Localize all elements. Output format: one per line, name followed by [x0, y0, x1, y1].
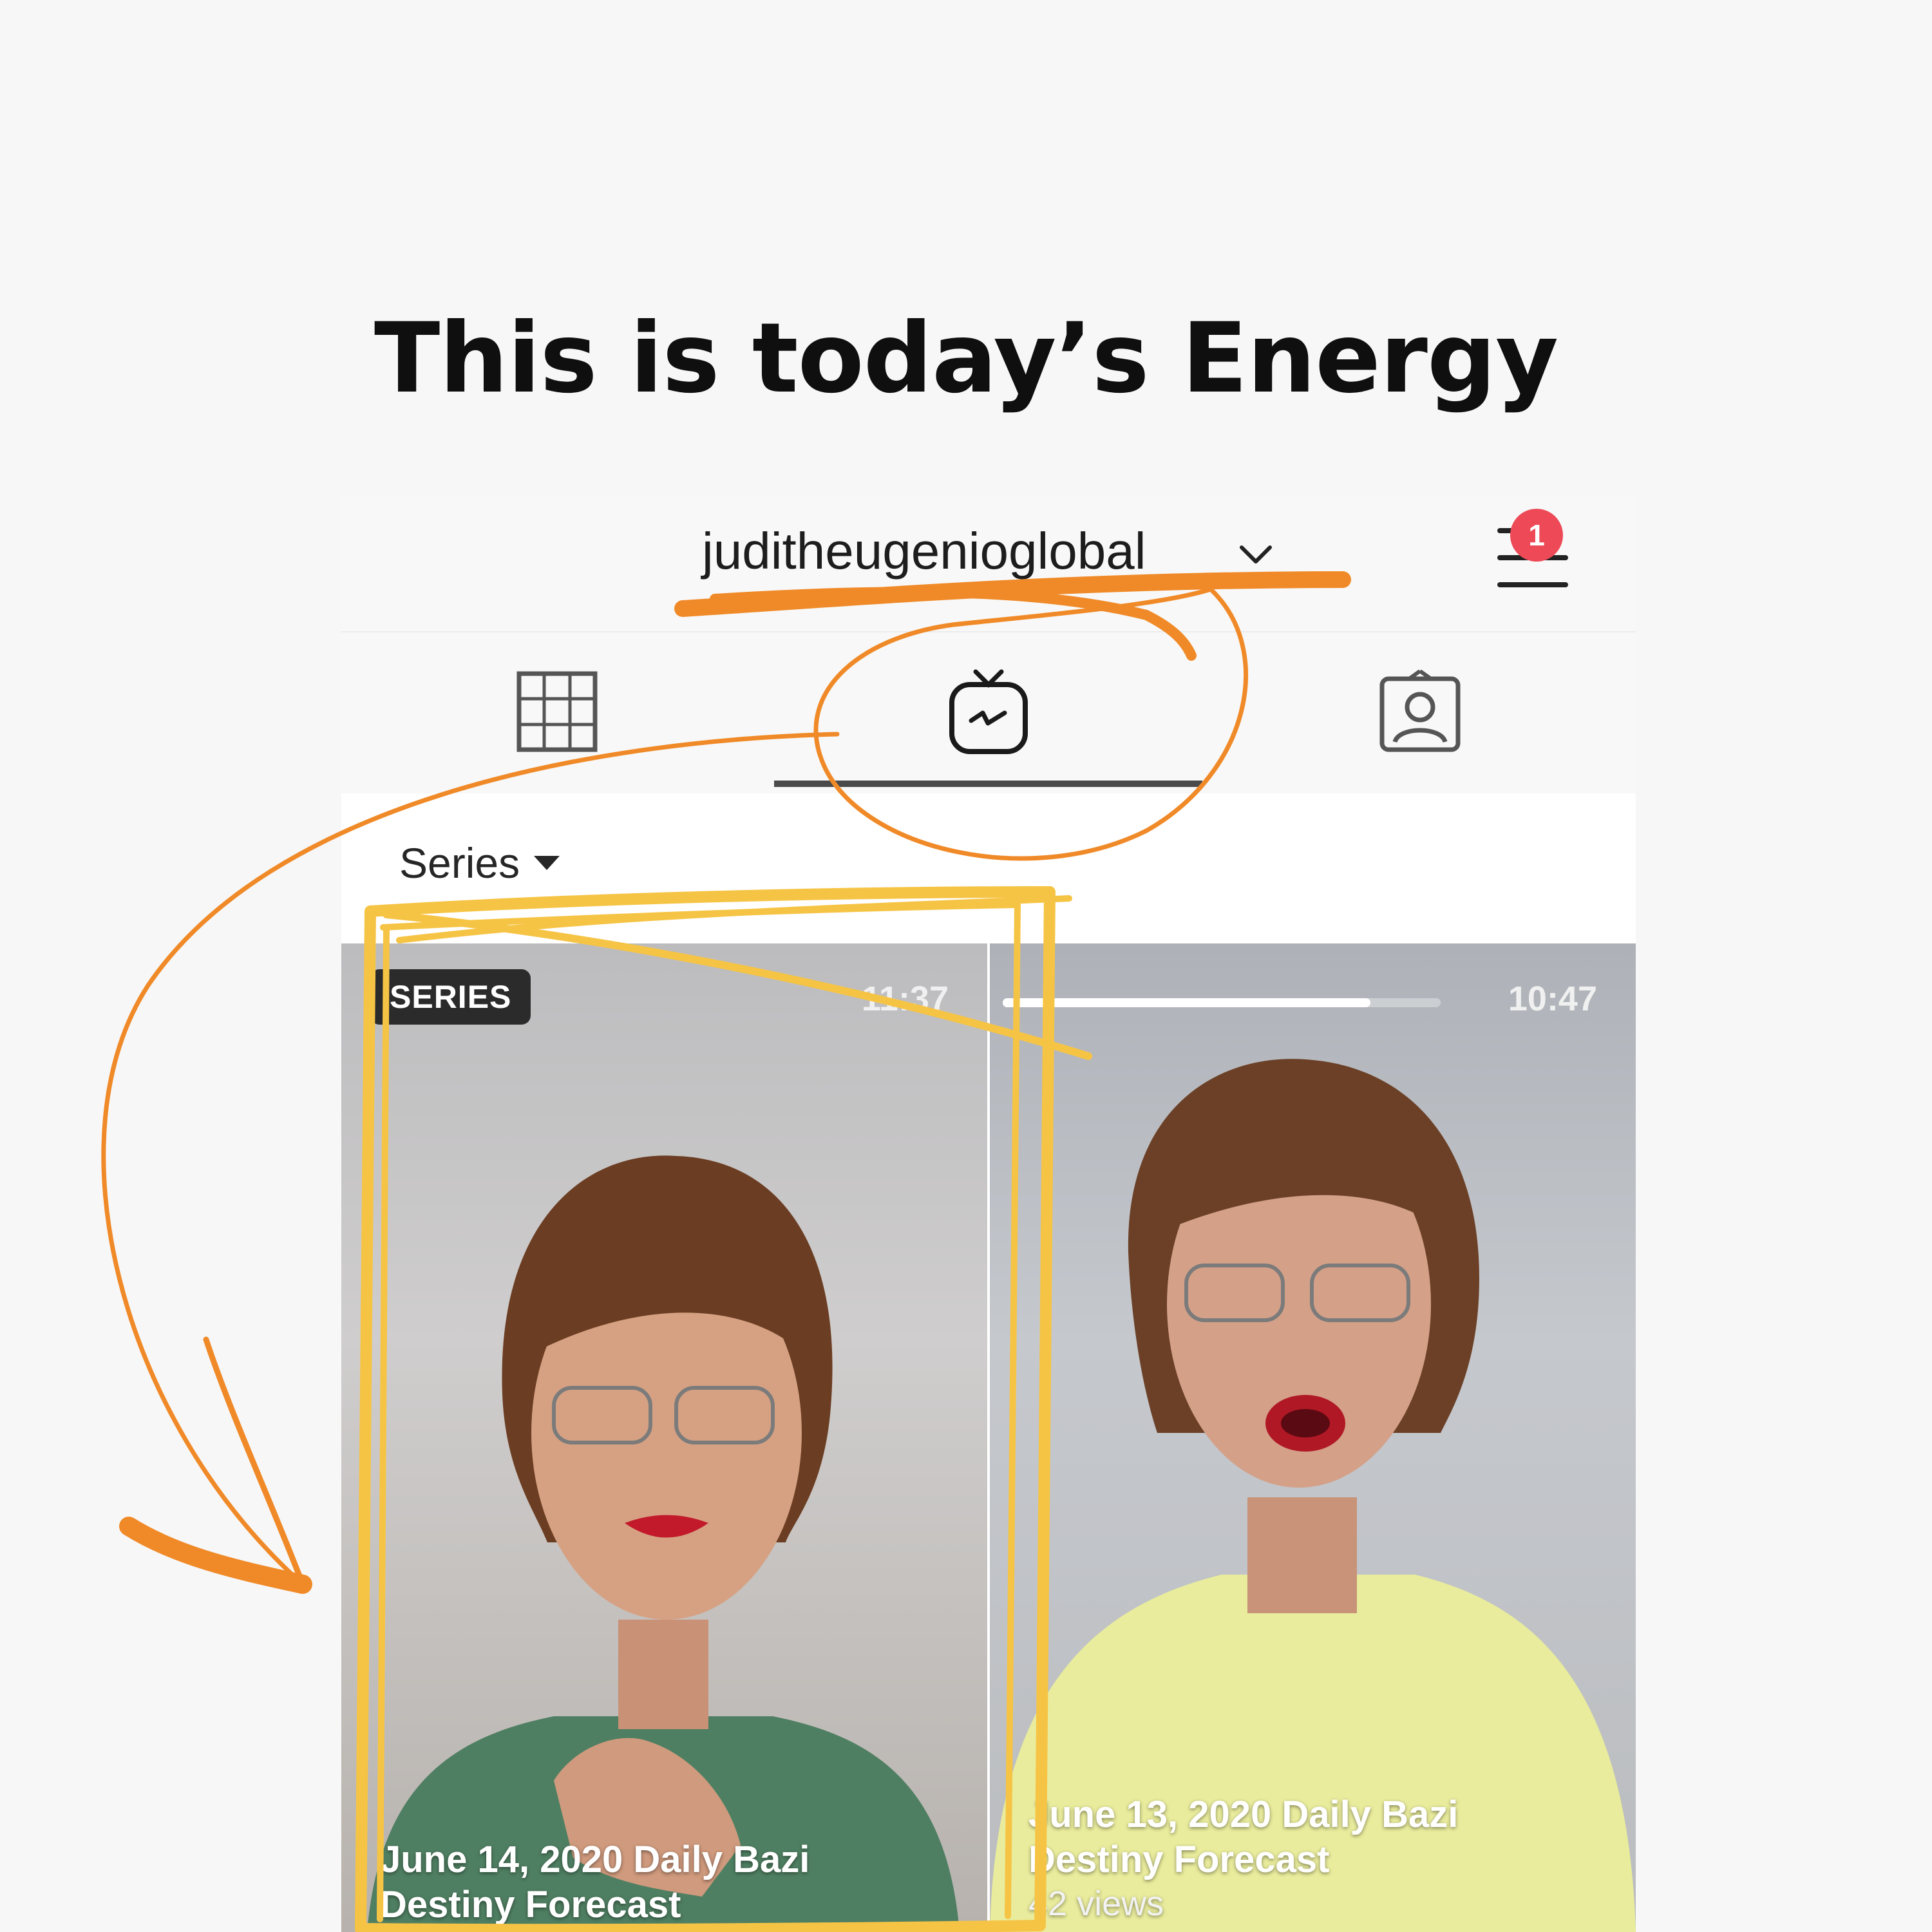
video-view-count: 42 views — [1028, 1884, 1164, 1923]
video-duration: 11:37 — [861, 980, 949, 1018]
chevron-down-icon[interactable] — [1236, 542, 1275, 568]
notification-badge: 1 — [1510, 509, 1563, 562]
tab-posts-grid[interactable] — [341, 632, 773, 790]
headline: This is today’s Energy — [374, 303, 1558, 415]
tab-tagged[interactable] — [1204, 632, 1636, 790]
caret-down-icon — [534, 856, 560, 870]
video-2-frame — [990, 1059, 1636, 1932]
arrowhead-left — [119, 1517, 312, 1594]
series-filter-dropdown[interactable]: Series — [399, 838, 560, 887]
tab-igtv[interactable] — [773, 632, 1204, 790]
grid-icon — [516, 671, 598, 752]
series-badge: SERIES — [370, 969, 531, 1025]
menu-line — [1497, 582, 1568, 587]
video-progress-fill — [1003, 998, 1371, 1007]
igtv-icon — [949, 669, 1028, 754]
video-1-frame — [367, 1155, 960, 1932]
instagram-profile-screen: juditheugenioglobal 1 Series SERIES 11:3… — [341, 496, 1636, 1932]
video-progress-bar — [1003, 998, 1441, 1007]
video-duration: 10:47 — [1508, 980, 1597, 1018]
tagged-icon — [1379, 669, 1461, 752]
igtv-content: Series SERIES 11:37 June 14, 2020 Daily … — [341, 793, 1636, 1932]
profile-top-bar: juditheugenioglobal 1 — [341, 496, 1636, 632]
video-title-line-2: Destiny Forecast — [1028, 1839, 1330, 1880]
video-title-line-1: June 14, 2020 Daily Bazi — [380, 1839, 810, 1880]
username-switcher[interactable]: juditheugenioglobal — [702, 522, 1146, 581]
video-thumbnail-1[interactable]: SERIES 11:37 June 14, 2020 Daily Bazi De… — [341, 943, 987, 1932]
series-filter-label: Series — [399, 839, 520, 887]
video-thumbnail-2[interactable]: 10:47 June 13, 2020 Daily Bazi Destiny F… — [990, 943, 1636, 1932]
active-tab-indicator — [774, 781, 1202, 787]
profile-tabs — [341, 632, 1636, 793]
video-title-line-1: June 13, 2020 Daily Bazi — [1028, 1794, 1459, 1835]
video-title-line-2: Destiny Forecast — [380, 1884, 681, 1926]
arrowhead-right — [203, 1336, 306, 1587]
